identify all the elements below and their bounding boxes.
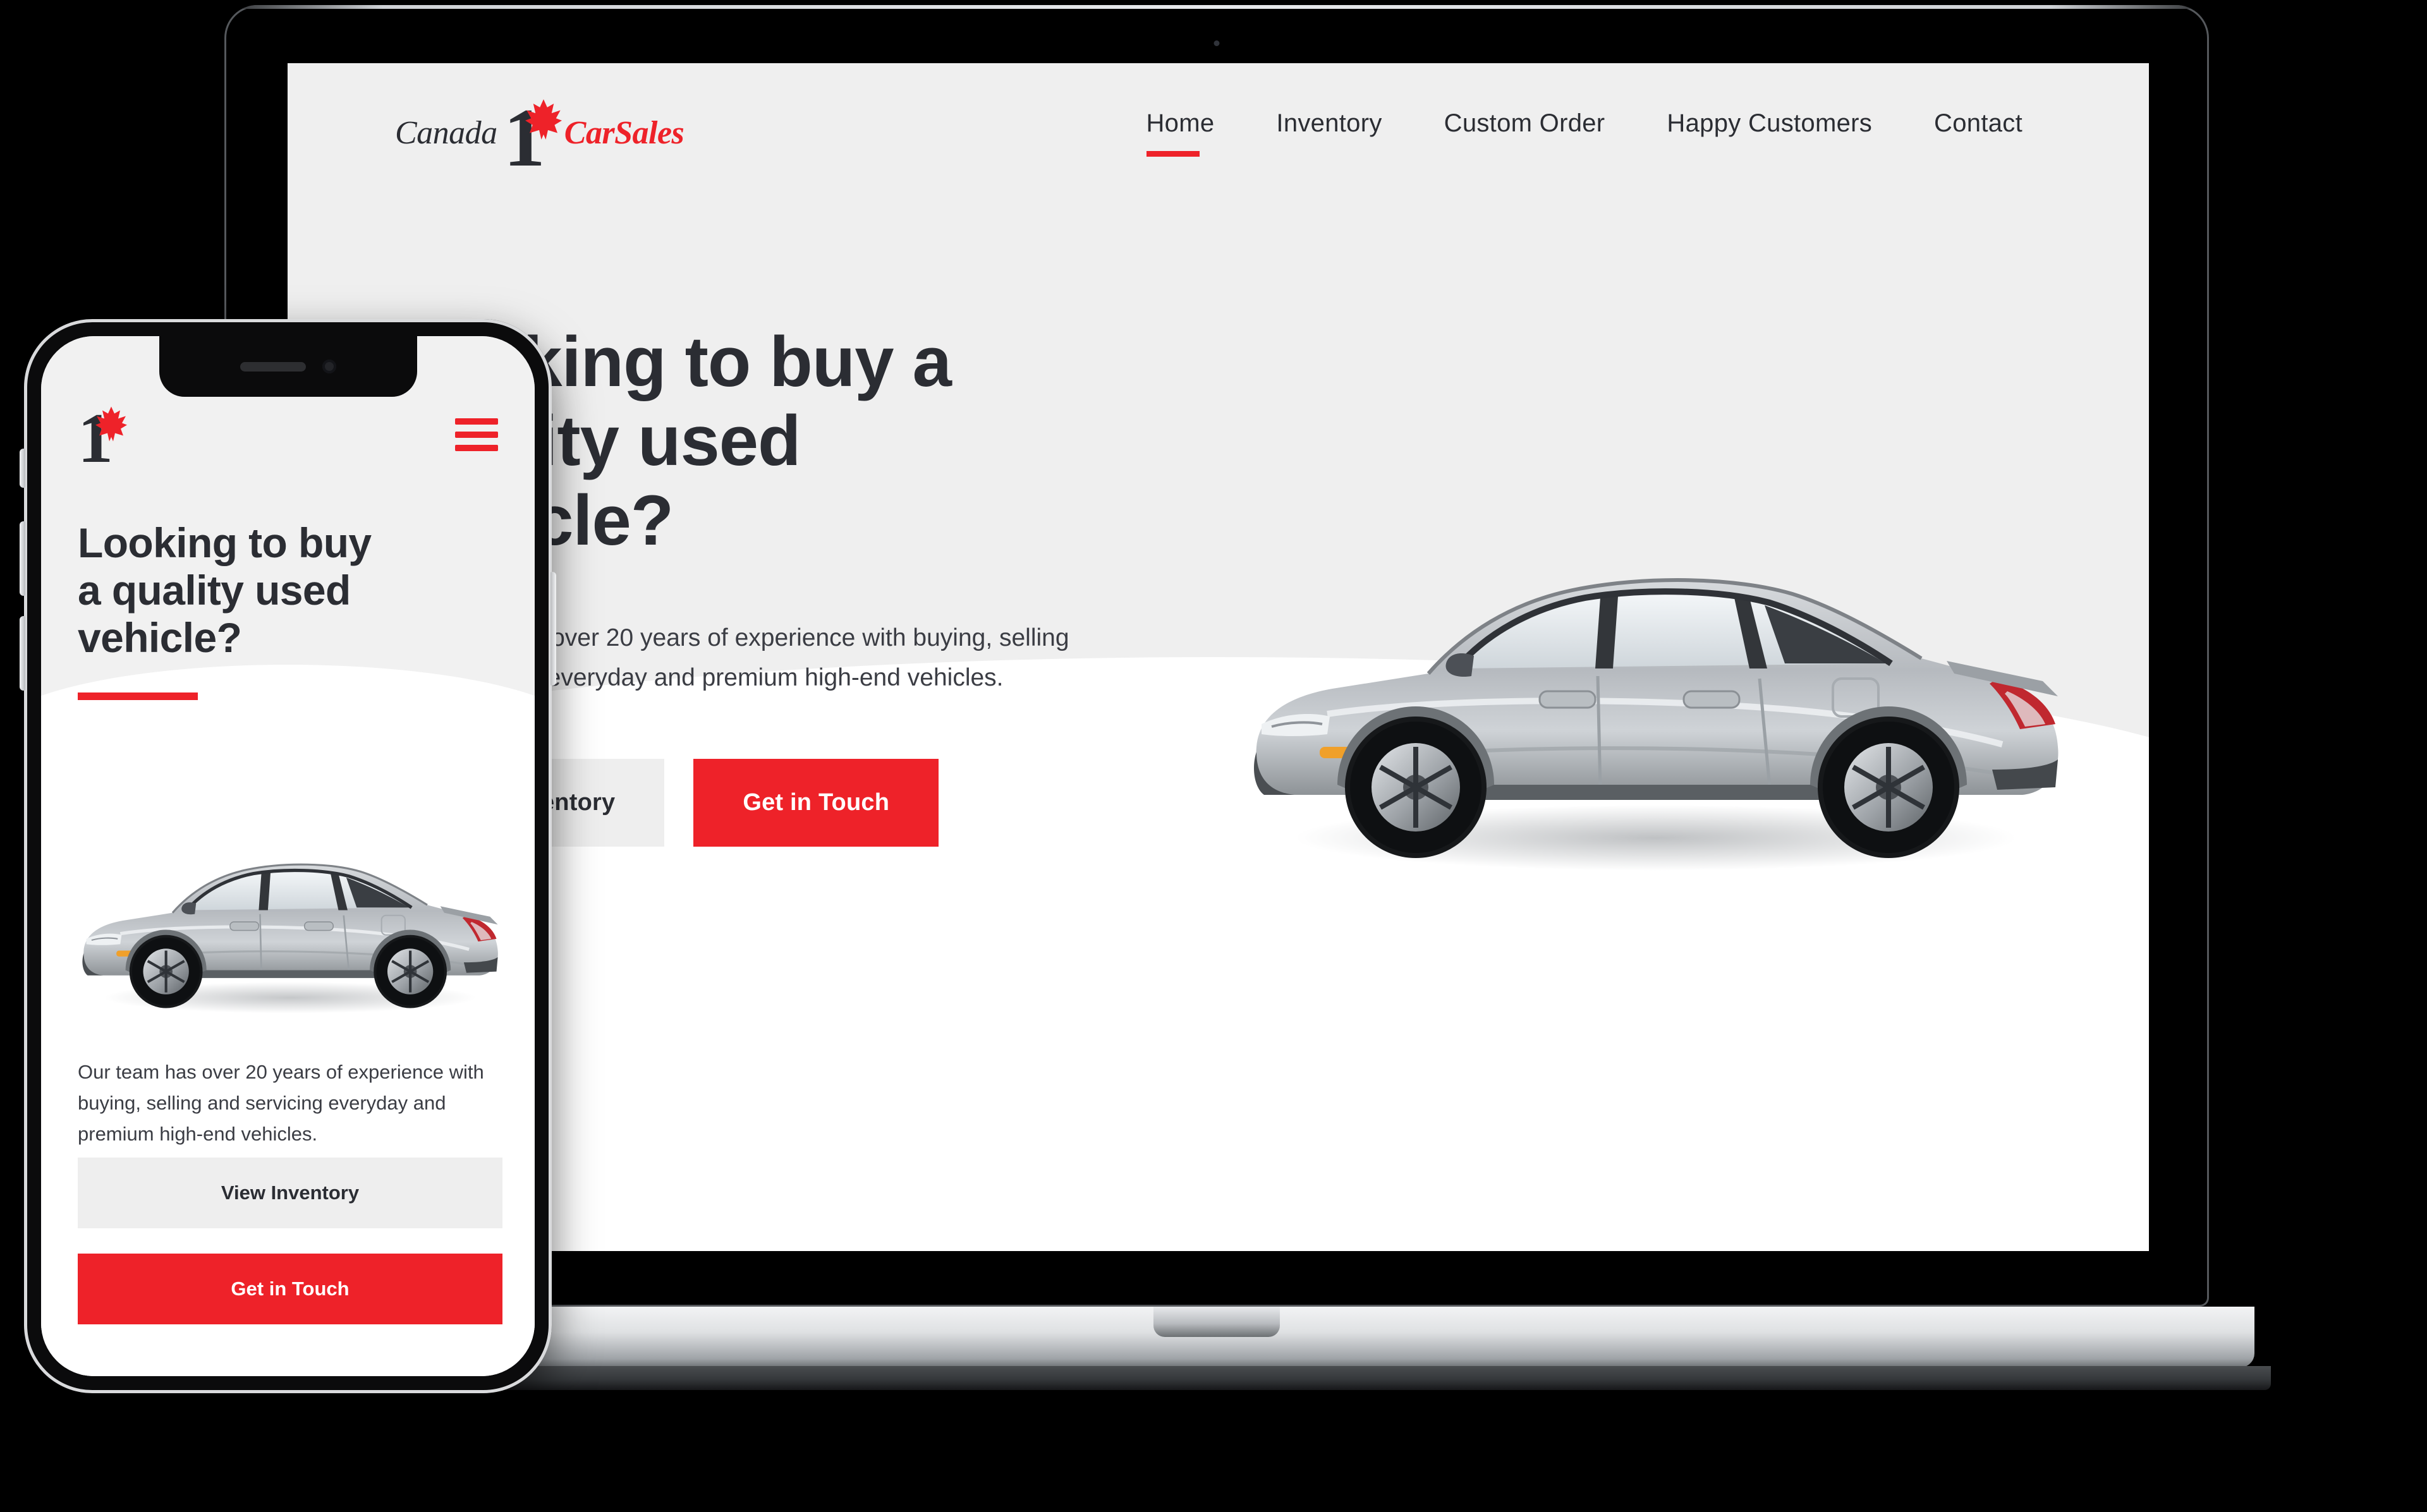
phone-volume-down-button[interactable] xyxy=(20,616,25,691)
mobile-hero-heading: Looking to buy a quality used vehicle? xyxy=(78,519,508,662)
nav-item-inventory[interactable]: Inventory xyxy=(1276,109,1382,157)
hamburger-bar-1 xyxy=(455,418,498,425)
hamburger-bar-3 xyxy=(455,445,498,451)
phone-screen: 1 Looking to buy a quality used vehicle?… xyxy=(41,336,535,1376)
mobile-hero-heading-line-3: vehicle? xyxy=(78,614,242,662)
logo-text-canada: Canada xyxy=(395,114,497,151)
nav-item-custom-order[interactable]: Custom Order xyxy=(1444,109,1605,157)
laptop-webcam-icon xyxy=(1214,40,1220,46)
mobile-hero-heading-line-2: a quality used xyxy=(78,567,351,614)
phone-notch xyxy=(159,336,417,397)
phone-power-button[interactable] xyxy=(550,572,556,686)
laptop-hinge-notch xyxy=(1153,1307,1280,1337)
phone-volume-up-button[interactable] xyxy=(20,521,25,596)
mobile-hero-heading-line-1: Looking to buy xyxy=(78,519,372,566)
mobile-brand-logo[interactable]: 1 xyxy=(78,403,127,474)
phone-front-camera-icon xyxy=(322,360,336,373)
logo-numeral-leaf-mark: 1 xyxy=(504,95,562,179)
mobile-hero-body-text: Our team has over 20 years of experience… xyxy=(78,1061,484,1145)
mobile-hero-accent-rule xyxy=(78,692,198,700)
phone-earpiece-speaker-icon xyxy=(240,361,306,372)
hero-car-image xyxy=(1254,578,2059,871)
mobile-get-in-touch-button[interactable]: Get in Touch xyxy=(78,1254,502,1324)
logo-text-carsales: CarSales xyxy=(564,114,684,151)
mobile-website: 1 Looking to buy a quality used vehicle?… xyxy=(41,336,535,1376)
main-navigation: Home Inventory Custom Order Happy Custom… xyxy=(1146,109,2042,157)
nav-item-home[interactable]: Home xyxy=(1146,109,1215,157)
mobile-header: 1 xyxy=(41,397,535,474)
hamburger-bar-2 xyxy=(455,432,498,438)
desktop-website: Canada 1 CarSales Home Inventory Custom … xyxy=(288,63,2149,1251)
site-header: Canada 1 CarSales Home Inventory Custom … xyxy=(288,63,2149,202)
hamburger-menu-icon[interactable] xyxy=(455,418,498,451)
phone-mute-switch[interactable] xyxy=(20,449,25,488)
maple-leaf-icon xyxy=(525,99,562,140)
mobile-hero-car-image xyxy=(82,863,498,1013)
maple-leaf-icon xyxy=(95,406,127,442)
phone-mockup: 1 Looking to buy a quality used vehicle?… xyxy=(20,319,556,1393)
brand-logo[interactable]: Canada 1 CarSales xyxy=(395,95,684,179)
mobile-hero-section: Looking to buy a quality used vehicle? xyxy=(78,519,508,700)
laptop-screen: Canada 1 CarSales Home Inventory Custom … xyxy=(288,63,2149,1251)
mobile-view-inventory-button[interactable]: View Inventory xyxy=(78,1158,502,1228)
nav-item-contact[interactable]: Contact xyxy=(1934,109,2023,157)
get-in-touch-button[interactable]: Get in Touch xyxy=(693,758,939,847)
nav-item-happy-customers[interactable]: Happy Customers xyxy=(1667,109,1872,157)
